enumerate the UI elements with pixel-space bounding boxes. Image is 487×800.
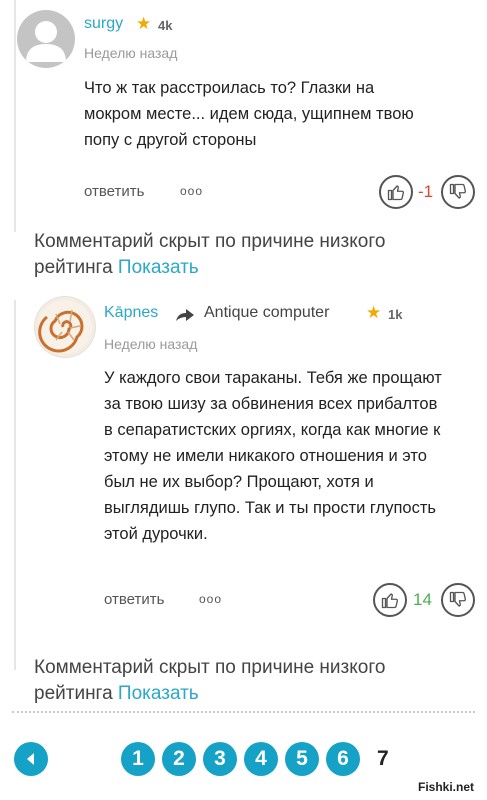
chevron-left-icon bbox=[27, 753, 34, 765]
comment-time[interactable]: Неделю назад bbox=[104, 336, 197, 352]
divider bbox=[12, 711, 475, 713]
page-button-2[interactable]: 2 bbox=[162, 742, 196, 776]
downvote-button[interactable] bbox=[441, 175, 475, 209]
user-rating: 1k bbox=[388, 307, 403, 322]
username[interactable]: Kāpnes bbox=[104, 304, 158, 322]
page-button-3[interactable]: 3 bbox=[203, 742, 237, 776]
watermark: Fishki.net bbox=[418, 780, 475, 794]
user-rating: 4k bbox=[158, 18, 173, 33]
more-options-button[interactable]: ooo bbox=[199, 592, 222, 606]
hidden-comment-notice: Комментарий скрыт по причине низкого рей… bbox=[34, 655, 464, 707]
thumbs-down-icon bbox=[449, 183, 467, 199]
hidden-comment-notice: Комментарий скрыт по причине низкого рей… bbox=[34, 229, 464, 281]
downvote-button[interactable] bbox=[441, 583, 475, 617]
thumbs-down-icon bbox=[449, 591, 467, 607]
avatar[interactable] bbox=[17, 10, 75, 68]
reply-button[interactable]: ответить bbox=[84, 183, 144, 200]
current-page: 7 bbox=[377, 747, 389, 770]
comment-text: Что ж так расстроилась то? Глазки на мок… bbox=[84, 79, 414, 149]
page-button-4[interactable]: 4 bbox=[244, 742, 278, 776]
user-placeholder-icon bbox=[26, 21, 66, 62]
comment-text: У каждого свои тараканы. Тебя же прощают… bbox=[104, 369, 442, 543]
show-comment-link[interactable]: Показать bbox=[118, 683, 199, 704]
thumbs-up-icon bbox=[381, 593, 399, 609]
reply-arrow-icon bbox=[176, 309, 194, 321]
page-button-1[interactable]: 1 bbox=[121, 742, 155, 776]
avatar[interactable] bbox=[34, 296, 96, 358]
thread-line bbox=[14, 300, 16, 670]
hidden-comment-text: Комментарий скрыт по причине низкого рей… bbox=[34, 231, 386, 278]
show-comment-link[interactable]: Показать bbox=[118, 257, 199, 278]
hidden-comment-text: Комментарий скрыт по причине низкого рей… bbox=[34, 657, 386, 704]
upvote-button[interactable] bbox=[379, 175, 413, 209]
star-icon: ★ bbox=[366, 303, 382, 322]
reply-to-username[interactable]: Antique computer bbox=[204, 304, 329, 322]
thumbs-up-icon bbox=[387, 185, 405, 201]
thread-line bbox=[14, 0, 16, 232]
more-options-button[interactable]: ooo bbox=[180, 184, 203, 198]
vote-count: -1 bbox=[418, 182, 434, 201]
prev-page-button[interactable] bbox=[14, 742, 48, 776]
vote-count: 14 bbox=[413, 590, 432, 609]
username[interactable]: surgy bbox=[84, 15, 123, 33]
upvote-button[interactable] bbox=[373, 583, 407, 617]
nautilus-shell-icon bbox=[38, 300, 92, 354]
star-icon: ★ bbox=[136, 14, 152, 33]
comment-time[interactable]: Неделю назад bbox=[84, 45, 177, 61]
page-button-5[interactable]: 5 bbox=[285, 742, 319, 776]
page-button-6[interactable]: 6 bbox=[326, 742, 360, 776]
reply-button[interactable]: ответить bbox=[104, 591, 164, 608]
